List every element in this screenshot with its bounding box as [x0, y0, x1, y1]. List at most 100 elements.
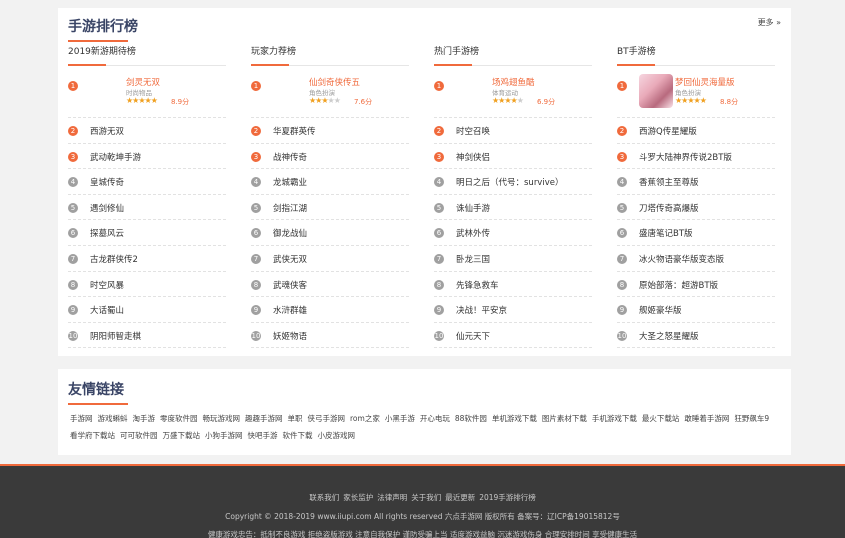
ranking-list-item[interactable]: 3 武动乾坤手游: [68, 144, 226, 170]
ranking-list-item[interactable]: 6 御龙战仙: [251, 220, 409, 246]
ranking-list-item[interactable]: 3 神剑侠侣: [434, 144, 592, 170]
friend-link[interactable]: 狂野飙车9: [734, 414, 769, 423]
ranking-list-item[interactable]: 7 卧龙三国: [434, 246, 592, 272]
game-name[interactable]: 舰姬豪华版: [639, 304, 682, 316]
ranking-list-item[interactable]: 7 古龙群侠传2: [68, 246, 226, 272]
friend-link[interactable]: 零度软件园: [160, 414, 198, 423]
ranking-list-item[interactable]: 8 时空风暴: [68, 272, 226, 298]
ranking-list-item[interactable]: 2 西游Q传星耀版: [617, 118, 775, 144]
footer-nav-link[interactable]: 法律声明: [377, 493, 407, 502]
top-game-item[interactable]: 1 剑灵无双 时尚物品 ★★★★★ 8.9分: [68, 66, 226, 118]
ranking-list-item[interactable]: 3 斗罗大陆神界传说2BT版: [617, 144, 775, 170]
ranking-list-item[interactable]: 10 妖姬物语: [251, 323, 409, 349]
game-name[interactable]: 武魂侠客: [273, 279, 307, 291]
friend-link[interactable]: 可可软件园: [120, 431, 158, 440]
game-name[interactable]: 大话蜀山: [90, 304, 124, 316]
ranking-list-item[interactable]: 10 阴阳师智走棋: [68, 323, 226, 349]
game-name[interactable]: 皇城传奇: [90, 176, 124, 188]
top-game-item[interactable]: 1 场鸡翅鱼酷 体育运动 ★★★★★ 6.9分: [434, 66, 592, 118]
ranking-list-item[interactable]: 5 诛仙手游: [434, 195, 592, 221]
game-thumbnail[interactable]: [90, 74, 124, 108]
game-name[interactable]: 武侠无双: [273, 253, 307, 265]
ranking-list-item[interactable]: 5 刀塔传奇高爆版: [617, 195, 775, 221]
ranking-list-item[interactable]: 7 冰火物语豪华版变态版: [617, 246, 775, 272]
game-name[interactable]: 华夏群英传: [273, 125, 316, 137]
friend-link[interactable]: 单职: [288, 414, 303, 423]
game-name[interactable]: 神剑侠侣: [456, 151, 490, 163]
ranking-list-item[interactable]: 8 原始部落：超游BT版: [617, 272, 775, 298]
game-name[interactable]: 武动乾坤手游: [90, 151, 141, 163]
game-name[interactable]: 斗罗大陆神界传说2BT版: [639, 151, 732, 163]
game-name[interactable]: 水浒群雄: [273, 304, 307, 316]
friend-link[interactable]: 图片素材下载: [542, 414, 587, 423]
ranking-list-item[interactable]: 4 皇城传奇: [68, 169, 226, 195]
ranking-list-item[interactable]: 5 遇剑修仙: [68, 195, 226, 221]
game-name[interactable]: 大圣之怒星耀版: [639, 330, 699, 342]
ranking-list-item[interactable]: 3 战神传奇: [251, 144, 409, 170]
ranking-list-item[interactable]: 2 时空召唤: [434, 118, 592, 144]
friend-link[interactable]: 小狗手游网: [205, 431, 243, 440]
friend-link[interactable]: 单机游戏下载: [492, 414, 537, 423]
friend-link[interactable]: 开心电玩: [420, 414, 450, 423]
ranking-list-item[interactable]: 9 舰姬豪华版: [617, 297, 775, 323]
game-name[interactable]: 剑指江湖: [273, 202, 307, 214]
game-name[interactable]: 妖姬物语: [273, 330, 307, 342]
game-name[interactable]: 御龙战仙: [273, 227, 307, 239]
game-name[interactable]: 战神传奇: [273, 151, 307, 163]
friend-link[interactable]: 游戏蝌蚪: [98, 414, 128, 423]
friend-link[interactable]: 手游网: [70, 414, 93, 423]
footer-nav-link[interactable]: 最近更新: [445, 493, 475, 502]
game-name[interactable]: 时空风暴: [90, 279, 124, 291]
game-name[interactable]: 龙城霸业: [273, 176, 307, 188]
footer-nav-link[interactable]: 2019手游排行榜: [479, 493, 536, 502]
ranking-list-item[interactable]: 9 大话蜀山: [68, 297, 226, 323]
game-name[interactable]: 明日之后（代号：survive）: [456, 176, 563, 188]
game-thumbnail[interactable]: [456, 74, 490, 108]
ranking-list-item[interactable]: 10 仙元天下: [434, 323, 592, 349]
game-name[interactable]: 盛唐笔记BT版: [639, 227, 693, 239]
friend-link[interactable]: 侠弓手游网: [308, 414, 346, 423]
friend-link[interactable]: 软件下载: [283, 431, 313, 440]
footer-nav-link[interactable]: 联系我们: [309, 493, 339, 502]
game-name[interactable]: 武林外传: [456, 227, 490, 239]
friend-link[interactable]: 手机游戏下载: [592, 414, 637, 423]
game-name[interactable]: 诛仙手游: [456, 202, 490, 214]
game-name[interactable]: 古龙群侠传2: [90, 253, 138, 265]
game-name[interactable]: 时空召唤: [456, 125, 490, 137]
ranking-list-item[interactable]: 6 盛唐笔记BT版: [617, 220, 775, 246]
friend-link[interactable]: rom之家: [350, 414, 380, 423]
game-name[interactable]: 香蕉领主至尊版: [639, 176, 699, 188]
game-thumbnail[interactable]: [273, 74, 307, 108]
game-name[interactable]: 阴阳师智走棋: [90, 330, 141, 342]
ranking-list-item[interactable]: 6 武林外传: [434, 220, 592, 246]
friend-link[interactable]: 趣趣手游网: [245, 414, 283, 423]
game-name[interactable]: 刀塔传奇高爆版: [639, 202, 699, 214]
game-name[interactable]: 西游Q传星耀版: [639, 125, 697, 137]
ranking-list-item[interactable]: 4 香蕉领主至尊版: [617, 169, 775, 195]
ranking-list-item[interactable]: 7 武侠无双: [251, 246, 409, 272]
game-name[interactable]: 仙元天下: [456, 330, 490, 342]
more-link[interactable]: 更多 »: [758, 17, 781, 28]
friend-link[interactable]: 最火下载站: [642, 414, 680, 423]
ranking-list-item[interactable]: 6 探墓风云: [68, 220, 226, 246]
game-name[interactable]: 遇剑修仙: [90, 202, 124, 214]
ranking-list-item[interactable]: 9 水浒群雄: [251, 297, 409, 323]
friend-link[interactable]: 畅玩游戏网: [203, 414, 241, 423]
friend-link[interactable]: 小黑手游: [385, 414, 415, 423]
game-name[interactable]: 原始部落：超游BT版: [639, 279, 718, 291]
game-name[interactable]: 冰火物语豪华版变态版: [639, 253, 724, 265]
ranking-list-item[interactable]: 9 决战！平安京: [434, 297, 592, 323]
ranking-list-item[interactable]: 4 龙城霸业: [251, 169, 409, 195]
game-thumbnail[interactable]: [639, 74, 673, 108]
friend-link[interactable]: 小皮游戏网: [318, 431, 356, 440]
footer-nav-link[interactable]: 家长监护: [343, 493, 373, 502]
friend-link[interactable]: 敢睡着手游网: [684, 414, 729, 423]
ranking-list-item[interactable]: 2 华夏群英传: [251, 118, 409, 144]
ranking-list-item[interactable]: 4 明日之后（代号：survive）: [434, 169, 592, 195]
game-name[interactable]: 卧龙三国: [456, 253, 490, 265]
ranking-list-item[interactable]: 5 剑指江湖: [251, 195, 409, 221]
friend-link[interactable]: 万盛下载站: [163, 431, 201, 440]
game-name[interactable]: 探墓风云: [90, 227, 124, 239]
ranking-list-item[interactable]: 2 西游无双: [68, 118, 226, 144]
friend-link[interactable]: 88软件园: [455, 414, 487, 423]
